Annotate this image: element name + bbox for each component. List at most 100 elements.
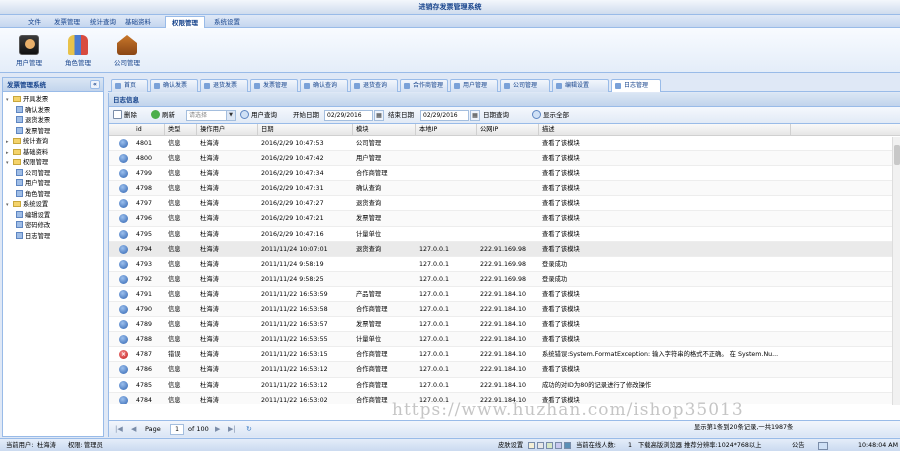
tree-node[interactable]: ▸ 基础资料 <box>3 148 103 159</box>
table-row[interactable]: 4786 信息 杜海涛 2011/11/22 16:53:12 合作商管理 127.0.0… <box>109 362 900 378</box>
info-icon <box>119 395 128 404</box>
table-row[interactable]: 4788 信息 杜海涛 2011/11/22 16:53:55 计量单位 127.0.0.… <box>109 332 900 348</box>
tab-label: 编辑设置 <box>565 82 590 89</box>
end-date-input[interactable]: 02/29/2016 <box>420 110 469 121</box>
skin-swatch[interactable] <box>537 442 544 449</box>
start-date-input[interactable]: 02/29/2016 <box>324 110 373 121</box>
info-icon <box>119 139 128 148</box>
tree-node[interactable]: 密码修改 <box>3 221 103 232</box>
table-row[interactable]: 4799 信息 杜海涛 2016/2/29 10:47:34 合作商管理 查看了该模块 <box>109 166 900 182</box>
tab-0[interactable]: 首页 <box>111 79 148 92</box>
table-row[interactable]: 4800 信息 杜海涛 2016/2/29 10:47:42 用户管理 查看了该模块 <box>109 151 900 167</box>
delete-button[interactable]: 删除 <box>113 109 137 122</box>
tab-2[interactable]: 退货发票 <box>200 79 248 92</box>
table-row[interactable]: 4798 信息 杜海涛 2016/2/29 10:47:31 确认查询 查看了该模块 <box>109 181 900 197</box>
skin-swatch[interactable] <box>555 442 562 449</box>
expand-toggle-icon[interactable]: ▾ <box>6 95 13 106</box>
tab-4[interactable]: 确认查询 <box>300 79 348 92</box>
tab-1[interactable]: 确认发票 <box>150 79 198 92</box>
menu-item-3[interactable]: 基础资料 <box>119 16 157 28</box>
menu-item-4[interactable]: 权限管理 <box>165 16 205 28</box>
next-page-icon[interactable]: ▶ <box>215 424 220 435</box>
table-row[interactable]: 4796 信息 杜海涛 2016/2/29 10:47:21 发票管理 查看了该模块 <box>109 211 900 227</box>
table-row[interactable]: 4790 信息 杜海涛 2011/11/22 16:53:58 合作商管理 127.0.0… <box>109 302 900 318</box>
expand-toggle-icon[interactable]: ▸ <box>6 148 13 159</box>
user-select[interactable]: 请选择 ▼ <box>186 110 236 121</box>
start-calendar-icon[interactable]: ▦ <box>374 110 384 121</box>
first-page-icon[interactable]: |◀ <box>115 424 123 435</box>
date-query-button[interactable]: 日期查询 <box>483 109 509 122</box>
menu-item-5[interactable]: 系统设置 <box>208 16 246 28</box>
tree-node[interactable]: 退货发票 <box>3 116 103 127</box>
tab-9[interactable]: 编辑设置 <box>552 79 609 92</box>
column-header[interactable]: 本地IP <box>416 124 477 136</box>
column-header[interactable]: 操作用户 <box>197 124 258 136</box>
notice-link[interactable]: 公告 <box>792 439 805 451</box>
tree-node[interactable]: 日志管理 <box>3 231 103 243</box>
expand-toggle-icon[interactable]: ▸ <box>6 137 13 148</box>
tree-node[interactable]: 角色管理 <box>3 189 103 201</box>
tree-node[interactable]: ▾ 权限管理 <box>3 158 103 169</box>
chevron-down-icon[interactable]: ▼ <box>226 111 235 120</box>
table-row[interactable]: × 4787 错误 杜海涛 2011/11/22 16:53:15 合作商管理 127.0.… <box>109 347 900 363</box>
tree-node[interactable]: ▾ 开具发票 <box>3 95 103 106</box>
expand-toggle-icon[interactable]: ▾ <box>6 158 13 169</box>
column-header[interactable]: 类型 <box>165 124 197 136</box>
column-header[interactable]: 公网IP <box>477 124 539 136</box>
tab-5[interactable]: 退货查询 <box>350 79 398 92</box>
tab-8[interactable]: 公司管理 <box>500 79 550 92</box>
tree-node[interactable]: 编辑设置 <box>3 210 103 222</box>
page-number-input[interactable]: 1 <box>170 424 184 435</box>
table-row[interactable]: 4791 信息 杜海涛 2011/11/22 16:53:59 产品管理 127.0.0.… <box>109 287 900 303</box>
skin-swatch[interactable] <box>528 442 535 449</box>
tree-node[interactable]: 确认发票 <box>3 105 103 117</box>
menu-item-1[interactable]: 发票管理 <box>48 16 86 28</box>
skin-swatch[interactable] <box>564 442 571 449</box>
tree-node[interactable]: ▾ 系统设置 <box>3 200 103 211</box>
online-count: 1 <box>628 442 633 449</box>
info-icon <box>119 214 128 224</box>
table-cell-module: 合作商管理 <box>356 306 388 314</box>
tree-node[interactable]: 公司管理 <box>3 168 103 180</box>
table-row[interactable]: 4801 信息 杜海涛 2016/2/29 10:47:53 公司管理 查看了该模块 <box>109 136 900 152</box>
column-header[interactable]: 模块 <box>353 124 416 136</box>
tab-7[interactable]: 用户管理 <box>450 79 498 92</box>
show-all-button[interactable]: 显示全部 <box>532 109 569 122</box>
tab-6[interactable]: 合作商管理 <box>400 79 448 92</box>
tree-node[interactable]: ▸ 统计查询 <box>3 137 103 148</box>
table-row[interactable]: 4795 信息 杜海涛 2016/2/29 10:47:16 计量单位 查看了该模块 <box>109 227 900 242</box>
menu-item-0[interactable]: 文件 <box>22 16 47 28</box>
refresh-page-icon[interactable]: ↻ <box>246 424 252 435</box>
user-query-button[interactable]: 用户查询 <box>240 109 277 122</box>
table-row[interactable]: 4797 信息 杜海涛 2016/2/29 10:47:27 退货查询 查看了该模块 <box>109 196 900 212</box>
column-header[interactable]: 日期 <box>258 124 353 136</box>
last-page-icon[interactable]: ▶| <box>228 424 236 435</box>
table-row[interactable]: 4785 信息 杜海涛 2011/11/22 16:53:12 合作商管理 127.0.0… <box>109 378 900 393</box>
table-row[interactable]: 4793 信息 杜海涛 2011/11/24 9:58:19 127.0.0.1 222.… <box>109 257 900 272</box>
role-management-button[interactable]: 角色管理 <box>57 32 99 70</box>
company-management-button[interactable]: 公司管理 <box>106 32 148 70</box>
user-management-button[interactable]: 用户管理 <box>8 32 50 70</box>
menu-item-2[interactable]: 统计查询 <box>84 16 122 28</box>
vertical-scrollbar[interactable] <box>892 137 900 405</box>
prev-page-icon[interactable]: ◀ <box>131 424 136 435</box>
table-row[interactable]: 4792 信息 杜海涛 2011/11/24 9:58:25 127.0.0.1 222.… <box>109 271 900 287</box>
column-header[interactable]: id <box>133 124 165 136</box>
table-row[interactable]: 4789 信息 杜海涛 2011/11/22 16:53:57 发票管理 127.0.0.… <box>109 317 900 333</box>
tab-10[interactable]: 日志管理 <box>611 79 661 92</box>
table-cell-date: 2016/2/29 10:47:42 <box>261 155 324 163</box>
tree-node[interactable]: 用户管理 <box>3 179 103 190</box>
column-header[interactable]: 描述 <box>539 124 791 136</box>
tab-page-icon <box>404 83 410 89</box>
scrollbar-thumb[interactable] <box>894 145 900 165</box>
refresh-button[interactable]: 刷新 <box>151 109 175 122</box>
skin-swatch[interactable] <box>546 442 553 449</box>
tree-node[interactable]: 发票管理 <box>3 126 103 138</box>
tab-3[interactable]: 发票管理 <box>250 79 298 92</box>
end-calendar-icon[interactable]: ▦ <box>470 110 480 121</box>
collapse-panel-button[interactable]: « <box>90 80 100 89</box>
search-icon <box>532 110 541 119</box>
expand-toggle-icon[interactable]: ▾ <box>6 200 13 211</box>
info-icon <box>119 169 128 179</box>
table-row[interactable]: 4794 信息 杜海涛 2011/11/24 10:07:01 退货查询 127.0.0.… <box>109 241 900 257</box>
